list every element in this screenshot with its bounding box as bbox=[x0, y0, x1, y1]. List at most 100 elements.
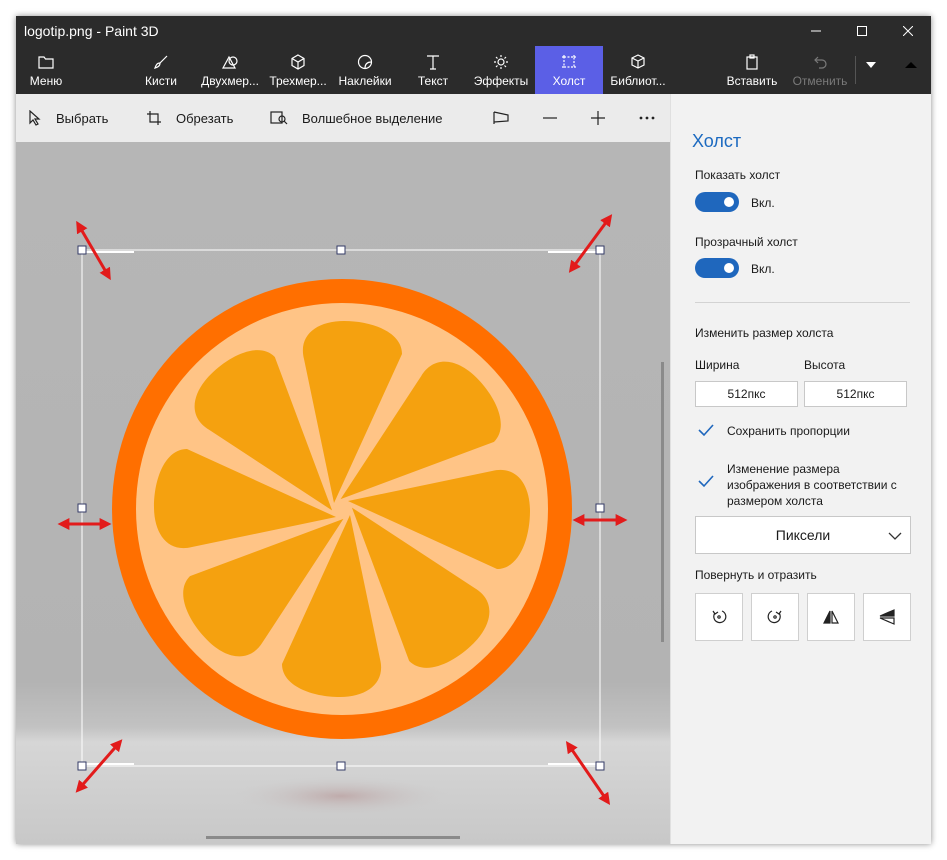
view-3d-button[interactable] bbox=[492, 94, 510, 142]
chevron-down-icon bbox=[888, 532, 902, 540]
tab-brushes[interactable]: Кисти bbox=[134, 46, 188, 94]
canvas-drawing bbox=[57, 214, 664, 839]
vertical-scrollbar[interactable] bbox=[661, 362, 664, 642]
menu-button[interactable]: Меню bbox=[20, 46, 72, 94]
rotate-left-icon bbox=[712, 610, 727, 624]
text-icon bbox=[427, 55, 439, 70]
flip-horizontal-button[interactable] bbox=[807, 593, 855, 641]
canvas-icon bbox=[562, 55, 576, 68]
maximize-icon bbox=[857, 26, 867, 36]
tab-effects[interactable]: Эффекты bbox=[470, 46, 532, 94]
resize-image-line: изображения в соответствии с bbox=[727, 478, 897, 492]
paste-button[interactable]: Вставить bbox=[722, 46, 782, 94]
handle-top-left[interactable] bbox=[77, 245, 87, 255]
show-canvas-label: Показать холст bbox=[695, 168, 781, 182]
minus-icon bbox=[543, 117, 557, 119]
show-canvas-state: Вкл. bbox=[751, 196, 775, 210]
resize-canvas-label: Изменить размер холста bbox=[695, 326, 834, 340]
transparent-canvas-label: Прозрачный холст bbox=[695, 235, 798, 249]
canvas-workspace[interactable] bbox=[16, 142, 670, 844]
close-button[interactable] bbox=[885, 16, 931, 46]
tab-text[interactable]: Текст bbox=[408, 46, 458, 94]
chevron-down-icon bbox=[866, 62, 876, 68]
horizontal-scrollbar[interactable] bbox=[206, 836, 460, 839]
crop-icon bbox=[147, 111, 161, 125]
select-tool[interactable]: Выбрать bbox=[28, 94, 108, 142]
tab-label: Кисти bbox=[145, 74, 177, 88]
clipboard-icon bbox=[746, 54, 758, 70]
tab-3d-shapes[interactable]: Трехмер... bbox=[268, 46, 328, 94]
magic-select-tool[interactable]: Волшебное выделение bbox=[270, 94, 443, 142]
panel-title: Холст bbox=[692, 131, 742, 151]
units-value: Пиксели bbox=[775, 527, 831, 543]
units-dropdown[interactable]: Пиксели bbox=[695, 516, 911, 554]
handle-right[interactable] bbox=[595, 503, 605, 513]
effects-icon bbox=[494, 55, 508, 69]
minimize-button[interactable] bbox=[793, 16, 839, 46]
undo-label: Отменить bbox=[792, 74, 848, 88]
handle-top[interactable] bbox=[336, 245, 346, 255]
resize-image-line: размером холста bbox=[727, 494, 823, 508]
toggle-knob bbox=[724, 197, 734, 207]
arrow-top-right bbox=[568, 214, 613, 273]
height-field[interactable]: 512пкс bbox=[804, 381, 907, 407]
rotate-right-button[interactable] bbox=[751, 593, 799, 641]
flip-vertical-button[interactable] bbox=[863, 593, 911, 641]
resize-image-line: Изменение размера bbox=[727, 462, 840, 476]
tab-canvas[interactable]: Холст bbox=[535, 46, 603, 94]
flip-vertical-icon bbox=[879, 609, 895, 625]
crop-label: Обрезать bbox=[176, 110, 234, 126]
zoom-in-button[interactable] bbox=[590, 94, 606, 142]
more-options-button[interactable] bbox=[638, 94, 656, 142]
keep-ratio-label: Сохранить пропорции bbox=[727, 424, 850, 438]
handle-bottom[interactable] bbox=[336, 761, 346, 771]
3d-shapes-icon bbox=[291, 54, 305, 70]
flag-icon bbox=[493, 111, 509, 124]
width-field[interactable]: 512пкс bbox=[695, 381, 798, 407]
collapse-ribbon-button[interactable] bbox=[896, 46, 926, 94]
tab-library[interactable]: Библиот... bbox=[606, 46, 670, 94]
stickers-icon bbox=[357, 54, 373, 70]
chevron-up-icon bbox=[905, 62, 917, 68]
ribbon-divider bbox=[855, 56, 856, 84]
handle-left[interactable] bbox=[77, 503, 87, 513]
resize-image-checkbox[interactable] bbox=[695, 470, 717, 492]
transparent-canvas-state: Вкл. bbox=[751, 262, 775, 276]
crop-tool[interactable]: Обрезать bbox=[146, 94, 233, 142]
checkmark-icon bbox=[698, 475, 714, 488]
cursor-icon bbox=[29, 110, 41, 126]
keep-ratio-checkbox[interactable] bbox=[695, 419, 717, 441]
canvas-toolbar: Выбрать Обрезать Волшебное выделение bbox=[16, 94, 670, 142]
canvas-panel: Холст Показать холст Вкл. Прозрачный хол… bbox=[670, 94, 931, 844]
tab-2d-shapes[interactable]: Двухмер... bbox=[196, 46, 264, 94]
width-label: Ширина bbox=[695, 358, 740, 372]
show-canvas-toggle[interactable] bbox=[695, 192, 739, 212]
select-label: Выбрать bbox=[56, 110, 109, 126]
rotate-left-button[interactable] bbox=[695, 593, 743, 641]
ellipsis-icon bbox=[639, 116, 655, 120]
ribbon: Меню Кисти Двухмер... Трехмер... Наклейк… bbox=[16, 46, 931, 94]
orange-image bbox=[112, 279, 572, 739]
tab-label: Двухмер... bbox=[201, 74, 259, 88]
tab-stickers[interactable]: Наклейки bbox=[334, 46, 396, 94]
ribbon-more-button[interactable] bbox=[858, 46, 884, 94]
handle-bottom-left[interactable] bbox=[77, 761, 87, 771]
maximize-button[interactable] bbox=[839, 16, 885, 46]
2d-shapes-icon bbox=[221, 55, 238, 69]
toggle-knob bbox=[724, 263, 734, 273]
zoom-out-button[interactable] bbox=[542, 94, 558, 142]
panel-divider bbox=[695, 302, 910, 303]
handle-top-right[interactable] bbox=[595, 245, 605, 255]
transparent-canvas-toggle[interactable] bbox=[695, 258, 739, 278]
tab-label: Холст bbox=[552, 74, 586, 88]
handle-bottom-right[interactable] bbox=[595, 761, 605, 771]
tab-label: Трехмер... bbox=[269, 74, 327, 88]
menu-label: Меню bbox=[29, 74, 63, 88]
rotate-right-icon bbox=[767, 610, 782, 624]
paint3d-window: logotip.png - Paint 3D Меню Кисти Двухме… bbox=[16, 16, 931, 844]
undo-button[interactable]: Отменить bbox=[788, 46, 852, 94]
undo-icon bbox=[814, 56, 827, 69]
folder-icon bbox=[38, 56, 54, 69]
plus-icon bbox=[591, 111, 605, 125]
height-label: Высота bbox=[804, 358, 846, 372]
